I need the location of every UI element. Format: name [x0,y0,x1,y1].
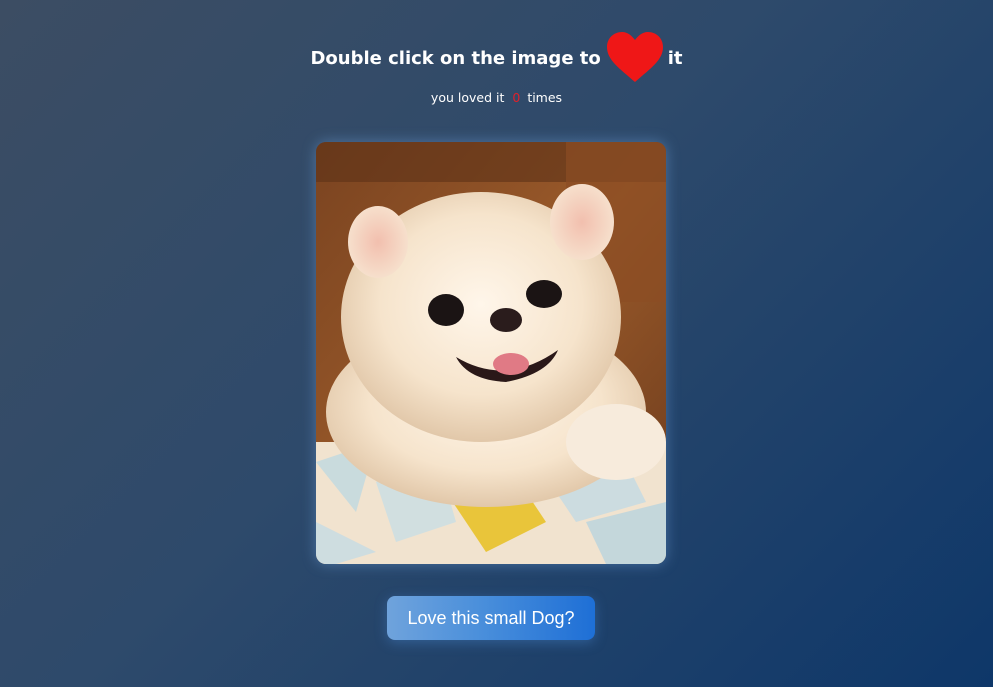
title-prefix: Double click on the image to [310,47,601,69]
page-title: Double click on the image to it [310,30,683,86]
counter-prefix: you loved it [430,90,505,105]
love-dog-button[interactable]: Love this small Dog? [387,596,595,640]
counter-suffix: times [527,90,563,105]
dog-image[interactable] [316,142,666,564]
header: Double click on the image to it you love… [0,30,993,105]
love-counter: you loved it 0 times [0,90,993,105]
love-count: 0 [512,90,521,105]
title-suffix: it [667,47,683,69]
heart-icon [605,30,665,86]
